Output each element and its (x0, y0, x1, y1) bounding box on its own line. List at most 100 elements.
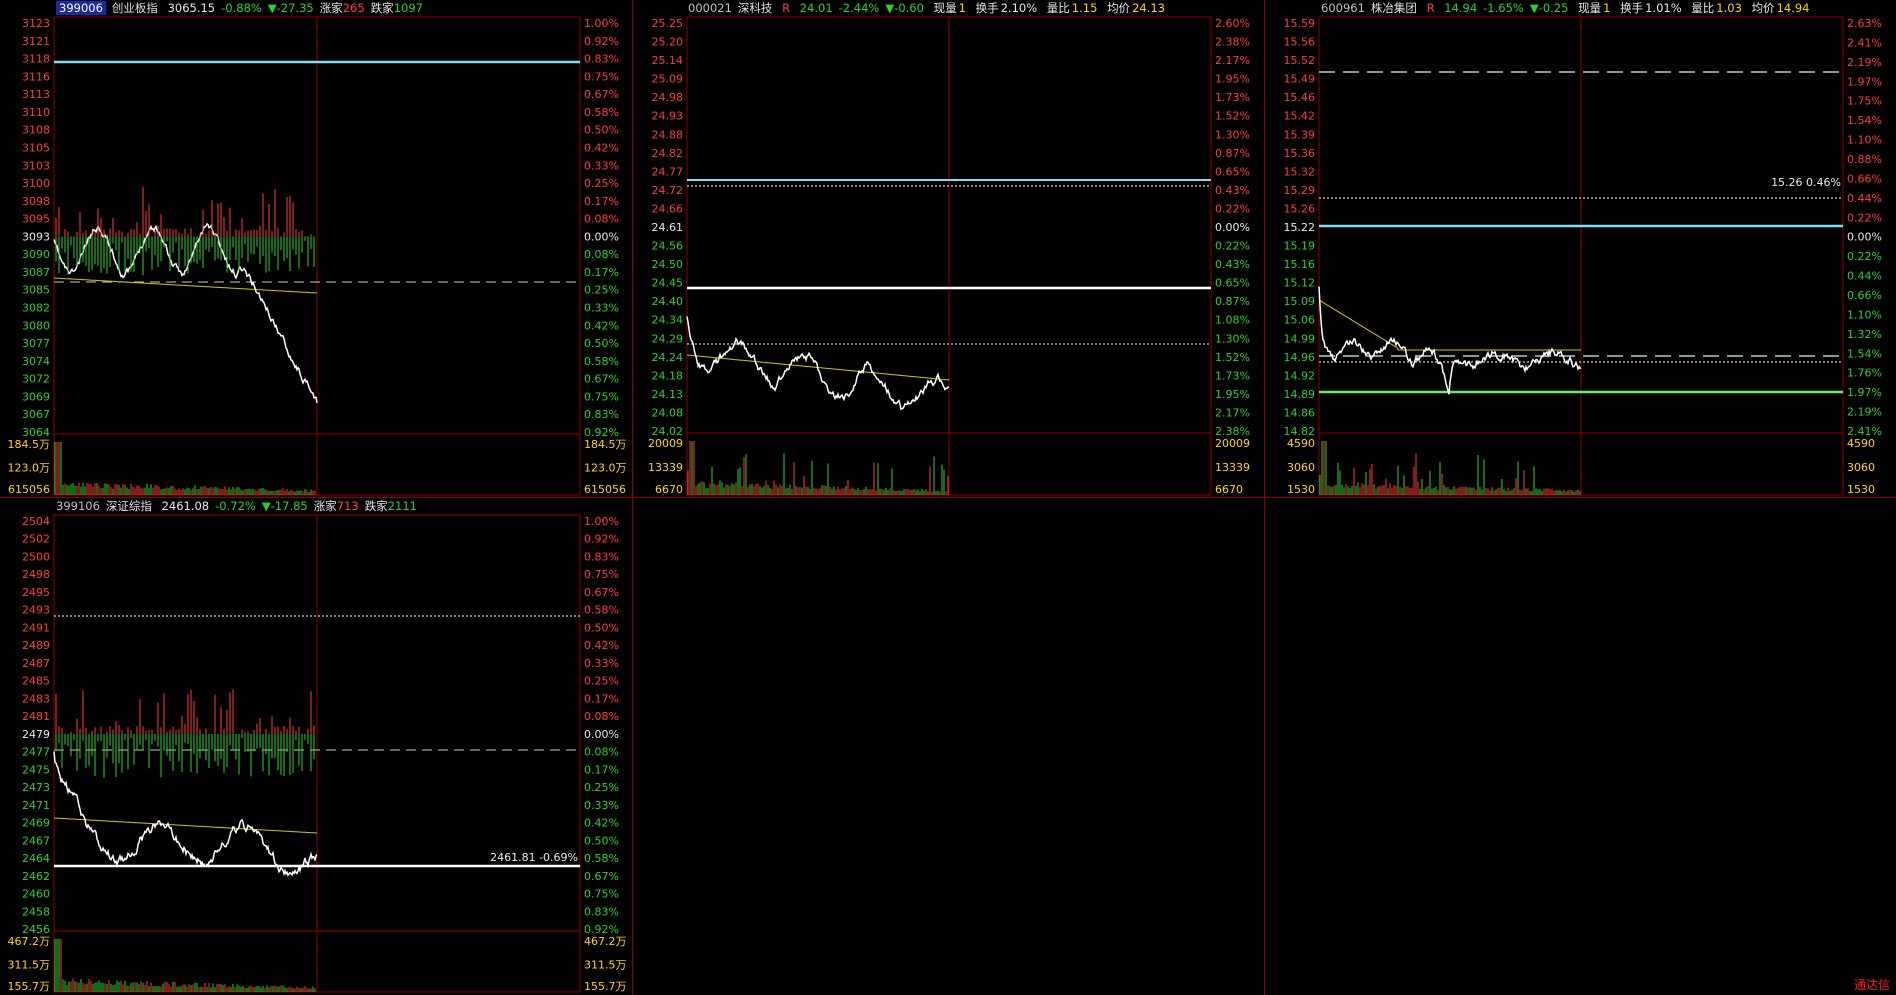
empty-panel[interactable] (1265, 498, 1896, 995)
pct-axis-label: 2.63% (1847, 17, 1882, 30)
price-axis-label: 24.13 (652, 388, 684, 401)
pct-axis-label: 0.67% (584, 88, 619, 101)
pct-axis-label: 0.42% (584, 639, 619, 652)
price-axis-label: 14.86 (1284, 406, 1316, 419)
price-axis-label: 2498 (22, 568, 50, 581)
price-axis-label: 3072 (22, 373, 50, 386)
pct-axis-label: 0.43% (1215, 258, 1250, 271)
pct-axis-label: 1.00% (584, 17, 619, 30)
brand-logo: 通达信 (1853, 978, 1890, 992)
volume-axis-label: 184.5万 (584, 438, 627, 451)
price-axis-label: 15.12 (1284, 277, 1316, 290)
pct-axis-label: 0.58% (584, 106, 619, 119)
pct-axis-label: 0.83% (584, 905, 619, 918)
pct-axis-label: 1.76% (1847, 367, 1882, 380)
intraday-chart[interactable]: 15.59 15.56 15.52 15.49 15.46 15.42 15.39 15.36… (1265, 0, 1896, 498)
average-price-line (1318, 299, 1581, 351)
volume-axis-label: 155.7万 (8, 980, 51, 993)
price-axis-label: 2500 (22, 550, 50, 563)
chart-panel-399006[interactable]: 399006 创业板指 3065.15 -0.88% ▼-27.35 涨家265 跌家10… (0, 0, 633, 498)
price-axis-label: 15.46 (1284, 91, 1316, 104)
pct-axis-label: 1.08% (1215, 314, 1250, 327)
pct-axis-label: 0.65% (1215, 165, 1250, 178)
price-axis-label: 2460 (22, 888, 50, 901)
pct-axis-label: 0.58% (584, 604, 619, 617)
pct-axis-label: 0.22% (1215, 240, 1250, 253)
intraday-chart[interactable]: 3123 3121 3118 3116 3113 3110 3108 3105 3103 3100… (0, 0, 633, 498)
pct-axis-label: 0.67% (584, 373, 619, 386)
pct-axis-label: 0.22% (1215, 202, 1250, 215)
volume-axis-label: 4590 (1847, 437, 1875, 450)
price-axis-label: 3095 (22, 213, 50, 226)
price-axis-label: 24.34 (652, 314, 684, 327)
price-axis-label: 3082 (22, 302, 50, 315)
price-axis-label: 2493 (22, 604, 50, 617)
price-axis-label: 15.42 (1284, 110, 1316, 123)
volume-axis-label: 3060 (1847, 461, 1875, 474)
price-axis-label: 24.56 (652, 240, 684, 253)
volume-axis-label: 13339 (648, 461, 683, 474)
price-axis-label: 15.16 (1284, 258, 1316, 271)
pct-axis-label: 0.75% (584, 70, 619, 83)
volume-axis-label: 467.2万 (8, 935, 51, 948)
price-axis-label: 3110 (22, 106, 50, 119)
price-axis-label: 24.18 (652, 369, 684, 382)
pct-axis-label: 1.95% (1215, 388, 1250, 401)
pct-axis-label: 0.25% (584, 675, 619, 688)
pct-axis-label: 0.33% (584, 799, 619, 812)
volume-axis-label: 6670 (1215, 483, 1243, 496)
pct-axis-label: 0.00% (1847, 231, 1882, 244)
pct-axis-label: 1.00% (584, 515, 619, 528)
chart-panel-399106[interactable]: 399106 深证综指 2461.08 -0.72% ▼-17.85 涨家713 跌家21… (0, 498, 633, 995)
price-axis-label: 3074 (22, 355, 50, 368)
price-axis-label: 3069 (22, 390, 50, 403)
pct-axis-label: 2.19% (1847, 56, 1882, 69)
chart-panel-600961[interactable]: 600961 株冶集团 R 14.94 -1.65% ▼-0.25 现量 1 换手 1.0… (1265, 0, 1896, 498)
price-axis-label: 3103 (22, 159, 50, 172)
price-axis-label: 15.32 (1284, 165, 1316, 178)
price-axis-label: 25.09 (652, 73, 684, 86)
volume-axis-label: 1530 (1287, 483, 1315, 496)
pct-axis-label: 0.25% (584, 781, 619, 794)
pct-axis-label: 0.42% (584, 141, 619, 154)
empty-panel[interactable] (633, 498, 1265, 995)
price-axis-label: 3108 (22, 124, 50, 137)
intraday-chart[interactable]: 2504 2502 2500 2498 2495 2493 2491 2489 2487 2485… (0, 498, 633, 995)
price-axis-label: 15.49 (1284, 73, 1316, 86)
volume-axis-label: 123.0万 (584, 462, 627, 475)
price-axis-label: 2479 (22, 728, 50, 741)
price-axis-label: 2491 (22, 621, 50, 634)
volume-axis-label: 311.5万 (8, 959, 51, 972)
price-axis-label: 14.92 (1284, 369, 1316, 382)
pct-axis-label: 0.00% (584, 230, 619, 243)
pct-axis-label: 0.17% (584, 692, 619, 705)
price-axis-label: 3077 (22, 337, 50, 350)
price-axis-label: 3085 (22, 284, 50, 297)
pct-axis-label: 0.67% (584, 586, 619, 599)
price-axis-label: 24.45 (652, 277, 684, 290)
pct-axis-label: 0.87% (1215, 295, 1250, 308)
intraday-chart[interactable]: 25.25 25.20 25.14 25.09 24.98 24.93 24.88 24.82… (633, 0, 1265, 498)
pct-axis-label: 1.97% (1847, 75, 1882, 88)
price-annotation: 15.26 0.46% (1771, 176, 1841, 189)
pct-axis-label: 0.92% (584, 533, 619, 546)
pct-axis-label: 2.38% (1215, 36, 1250, 49)
price-axis-label: 2483 (22, 692, 50, 705)
price-axis-label: 15.59 (1284, 17, 1316, 30)
price-axis-label: 24.77 (652, 165, 684, 178)
volume-axis-label: 615056 (584, 483, 626, 496)
volume-axis-label: 3060 (1287, 461, 1315, 474)
volume-axis-label: 615056 (8, 483, 50, 496)
price-line (1318, 286, 1582, 395)
volume-axis-label: 4590 (1287, 437, 1315, 450)
pct-axis-label: 0.50% (584, 621, 619, 634)
price-axis-label: 3116 (22, 70, 50, 83)
price-line (686, 316, 950, 411)
pct-axis-label: 2.60% (1215, 17, 1250, 30)
price-axis-label: 2469 (22, 817, 50, 830)
average-price-line (53, 277, 318, 294)
price-axis-label: 3067 (22, 408, 50, 421)
price-axis-label: 2489 (22, 639, 50, 652)
pct-axis-label: 0.50% (584, 834, 619, 847)
chart-panel-000021[interactable]: 000021 深科技 R 24.01 -2.44% ▼-0.60 现量 1 换手 2.10… (633, 0, 1265, 498)
